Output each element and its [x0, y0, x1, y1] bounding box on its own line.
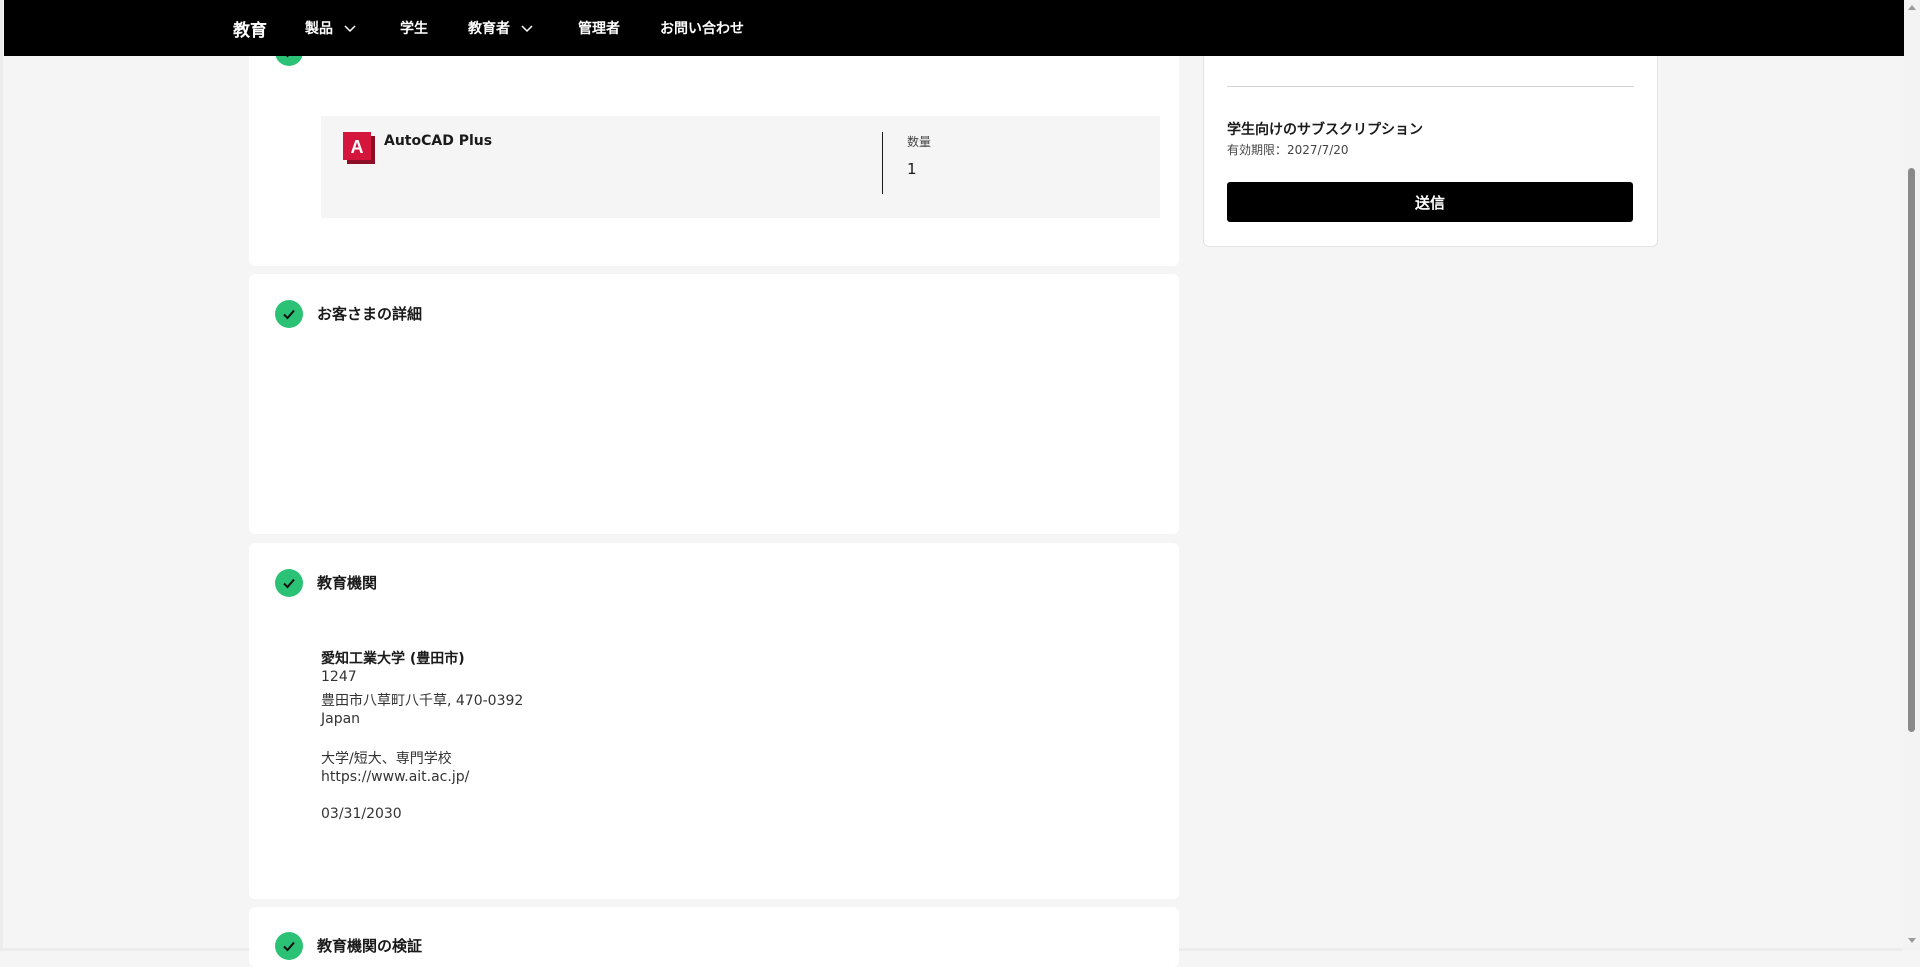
scroll-down-arrow-icon[interactable] — [1908, 938, 1916, 943]
nav-item-label: 教育者 — [468, 21, 510, 37]
institution-address: 豊田市八草町八千草, 470-0392 — [321, 693, 524, 709]
institution-date: 03/31/2030 — [321, 806, 402, 822]
product-name: AutoCAD Plus — [384, 133, 493, 149]
scrollbar-thumb[interactable] — [1908, 168, 1915, 732]
window-edge-left — [0, 0, 3, 951]
chevron-down-icon — [343, 21, 357, 35]
scroll-up-arrow-icon[interactable] — [1908, 5, 1916, 10]
institution-title: 教育機関 — [317, 574, 378, 592]
check-icon — [275, 932, 303, 960]
nav-item-educators[interactable]: 教育者 — [468, 18, 534, 38]
nav-item-label: 製品 — [305, 21, 333, 37]
submit-button[interactable]: 送信 — [1227, 182, 1633, 222]
svg-text:A: A — [351, 137, 364, 157]
institution-name: 愛知工業大学 (豊田市) — [321, 651, 465, 667]
nav-item-students[interactable]: 学生 — [400, 18, 428, 38]
autocad-logo-icon: A — [343, 132, 375, 164]
nav-item-admins[interactable]: 管理者 — [578, 18, 620, 38]
subscription-title: 学生向けのサブスクリプション — [1227, 122, 1423, 138]
customer-details-title: お客さまの詳細 — [317, 305, 423, 323]
nav-item-products[interactable]: 製品 — [305, 18, 357, 38]
nav-brand[interactable]: 教育 — [233, 16, 267, 41]
institution-website: https://www.ait.ac.jp/ — [321, 769, 470, 785]
product-line-item: A AutoCAD Plus 数量 1 — [321, 116, 1160, 218]
institution-country: Japan — [321, 711, 361, 727]
chevron-down-icon — [520, 21, 534, 35]
verification-title: 教育機関の検証 — [317, 937, 423, 955]
nav-item-label: 管理者 — [578, 21, 620, 37]
subscription-expiry: 有効期限：2027/7/20 — [1227, 143, 1349, 157]
nav-item-label: お問い合わせ — [660, 21, 744, 37]
quantity-value: 1 — [907, 160, 917, 178]
institution-card — [249, 543, 1179, 899]
divider — [882, 132, 883, 194]
institution-type: 大学/短大、専門学校 — [321, 751, 452, 767]
check-icon — [275, 300, 303, 328]
quantity-label: 数量 — [907, 135, 932, 149]
institution-code: 1247 — [321, 669, 357, 685]
summary-divider — [1227, 86, 1634, 87]
check-icon — [275, 569, 303, 597]
nav-item-label: 学生 — [400, 21, 428, 37]
vertical-scrollbar[interactable] — [1903, 0, 1920, 951]
nav-item-contact[interactable]: お問い合わせ — [660, 18, 744, 38]
top-navigation: 教育 製品 学生 教育者 管理者 お問い合わせ — [4, 0, 1904, 56]
